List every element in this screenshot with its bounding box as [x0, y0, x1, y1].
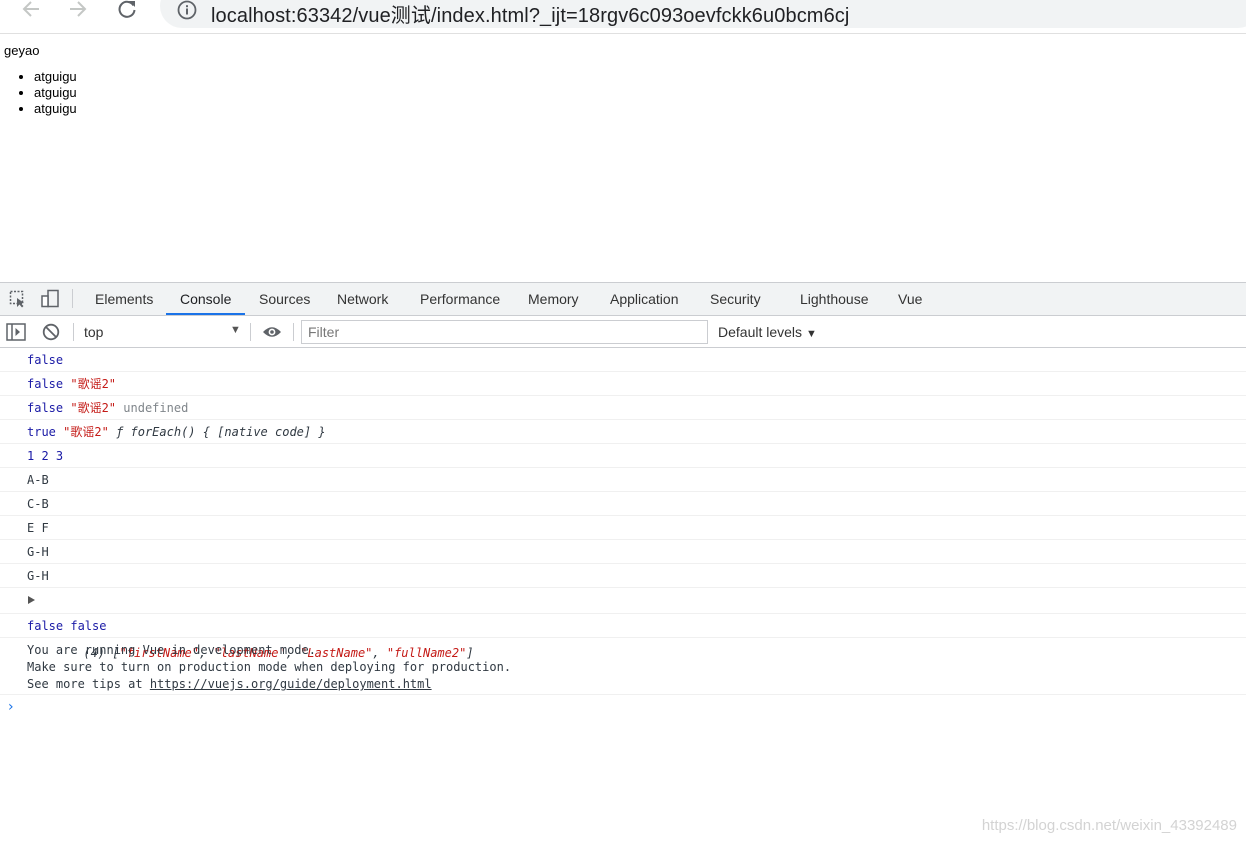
- log-value: E F: [27, 521, 49, 535]
- console-message: false: [0, 348, 1246, 372]
- page-heading: geyao: [4, 43, 40, 58]
- back-arrow-icon: [22, 1, 39, 17]
- vue-devmode-message: You are running Vue in development mode.…: [0, 638, 1246, 695]
- message-line: Make sure to turn on production mode whe…: [27, 660, 512, 674]
- log-value: "歌谣2": [70, 401, 117, 415]
- url-text[interactable]: localhost:63342/vue测试/index.html?_ijt=18…: [211, 0, 849, 28]
- tab-security[interactable]: Security: [710, 291, 761, 307]
- console-message: A-B: [0, 468, 1246, 492]
- log-levels-label: Default levels: [718, 324, 803, 340]
- console-output: false false "歌谣2" false "歌谣2" undefined …: [0, 348, 1246, 721]
- tab-memory[interactable]: Memory: [528, 291, 579, 307]
- page-viewport: geyao atguigu atguigu atguigu: [0, 35, 1246, 281]
- console-message: G-H: [0, 540, 1246, 564]
- console-message: 1 2 3: [0, 444, 1246, 468]
- console-message: G-H: [0, 564, 1246, 588]
- context-selector[interactable]: top ▼: [84, 323, 244, 341]
- inspect-element-icon[interactable]: [8, 289, 28, 309]
- console-message: C-B: [0, 492, 1246, 516]
- console-message: false false: [0, 614, 1246, 638]
- toolbar-divider: [293, 323, 294, 341]
- browser-toolbar: localhost:63342/vue测试/index.html?_ijt=18…: [0, 0, 1246, 34]
- console-message: false "歌谣2": [0, 372, 1246, 396]
- active-tab-indicator: [166, 313, 245, 315]
- tab-vue[interactable]: Vue: [898, 291, 922, 307]
- log-value: G-H: [27, 545, 49, 559]
- clear-console-icon[interactable]: [42, 323, 60, 341]
- log-levels-dropdown[interactable]: Default levels ▼: [718, 324, 817, 340]
- eye-icon[interactable]: [262, 324, 282, 340]
- list-item: atguigu: [34, 85, 77, 101]
- info-icon[interactable]: [177, 0, 197, 20]
- log-value: "歌谣2": [63, 425, 109, 439]
- tab-application[interactable]: Application: [610, 291, 679, 307]
- tab-performance[interactable]: Performance: [420, 291, 500, 307]
- console-message-array[interactable]: (4) ["firstName", "lastName", "LastName"…: [0, 588, 1246, 660]
- console-message: true "歌谣2" ƒ forEach() { [native code] }: [0, 420, 1246, 444]
- toolbar-divider: [72, 289, 73, 308]
- filter-input[interactable]: [301, 320, 708, 344]
- console-message: false "歌谣2" undefined: [0, 396, 1246, 420]
- log-value: false: [27, 401, 64, 415]
- tab-network[interactable]: Network: [337, 291, 388, 307]
- back-button[interactable]: [16, 0, 46, 24]
- item-list: atguigu atguigu atguigu: [34, 69, 77, 117]
- log-value: "歌谣2": [70, 377, 117, 391]
- dropdown-arrow-icon: ▼: [806, 328, 817, 340]
- watermark: https://blog.csdn.net/weixin_43392489: [981, 817, 1237, 834]
- log-value: false: [27, 353, 64, 367]
- forward-button[interactable]: [63, 0, 93, 24]
- devtools-panel: Elements Console Sources Network Perform…: [0, 282, 1246, 842]
- deployment-guide-link[interactable]: https://vuejs.org/guide/deployment.html: [150, 677, 432, 691]
- list-item: atguigu: [34, 69, 77, 85]
- toolbar-divider: [250, 323, 251, 341]
- log-value: false false: [27, 619, 107, 633]
- console-toolbar: top ▼ Default levels▼: [0, 316, 1246, 348]
- device-toolbar-icon[interactable]: [40, 289, 60, 309]
- message-line: You are running Vue in development mode.: [27, 643, 316, 657]
- tab-console[interactable]: Console: [180, 291, 231, 307]
- log-value: A-B: [27, 473, 49, 487]
- dropdown-arrow-icon: ▼: [230, 324, 241, 336]
- reload-button[interactable]: [112, 0, 142, 24]
- log-value: G-H: [27, 569, 49, 583]
- forward-arrow-icon: [70, 1, 87, 17]
- expand-triangle-icon[interactable]: [28, 596, 35, 604]
- reload-icon: [118, 0, 136, 18]
- message-line: See more tips at: [27, 677, 150, 691]
- context-label: top: [84, 324, 104, 340]
- log-value: 1 2 3: [27, 449, 64, 463]
- console-message: E F: [0, 516, 1246, 540]
- prompt-chevron-icon: ›: [8, 699, 14, 715]
- devtools-tab-bar: Elements Console Sources Network Perform…: [0, 283, 1246, 316]
- address-bar[interactable]: localhost:63342/vue测试/index.html?_ijt=18…: [160, 0, 1246, 28]
- log-value: C-B: [27, 497, 49, 511]
- log-value: false: [27, 377, 64, 391]
- tab-lighthouse[interactable]: Lighthouse: [800, 291, 869, 307]
- list-item: atguigu: [34, 101, 77, 117]
- tab-elements[interactable]: Elements: [95, 291, 153, 307]
- sidebar-toggle-icon[interactable]: [6, 323, 26, 341]
- log-value: undefined: [123, 401, 189, 415]
- log-function[interactable]: ƒ forEach() { [native code] }: [116, 425, 326, 439]
- tab-sources[interactable]: Sources: [259, 291, 310, 307]
- console-prompt[interactable]: ›: [0, 695, 1246, 721]
- toolbar-divider: [73, 323, 74, 341]
- log-value: true: [27, 425, 56, 439]
